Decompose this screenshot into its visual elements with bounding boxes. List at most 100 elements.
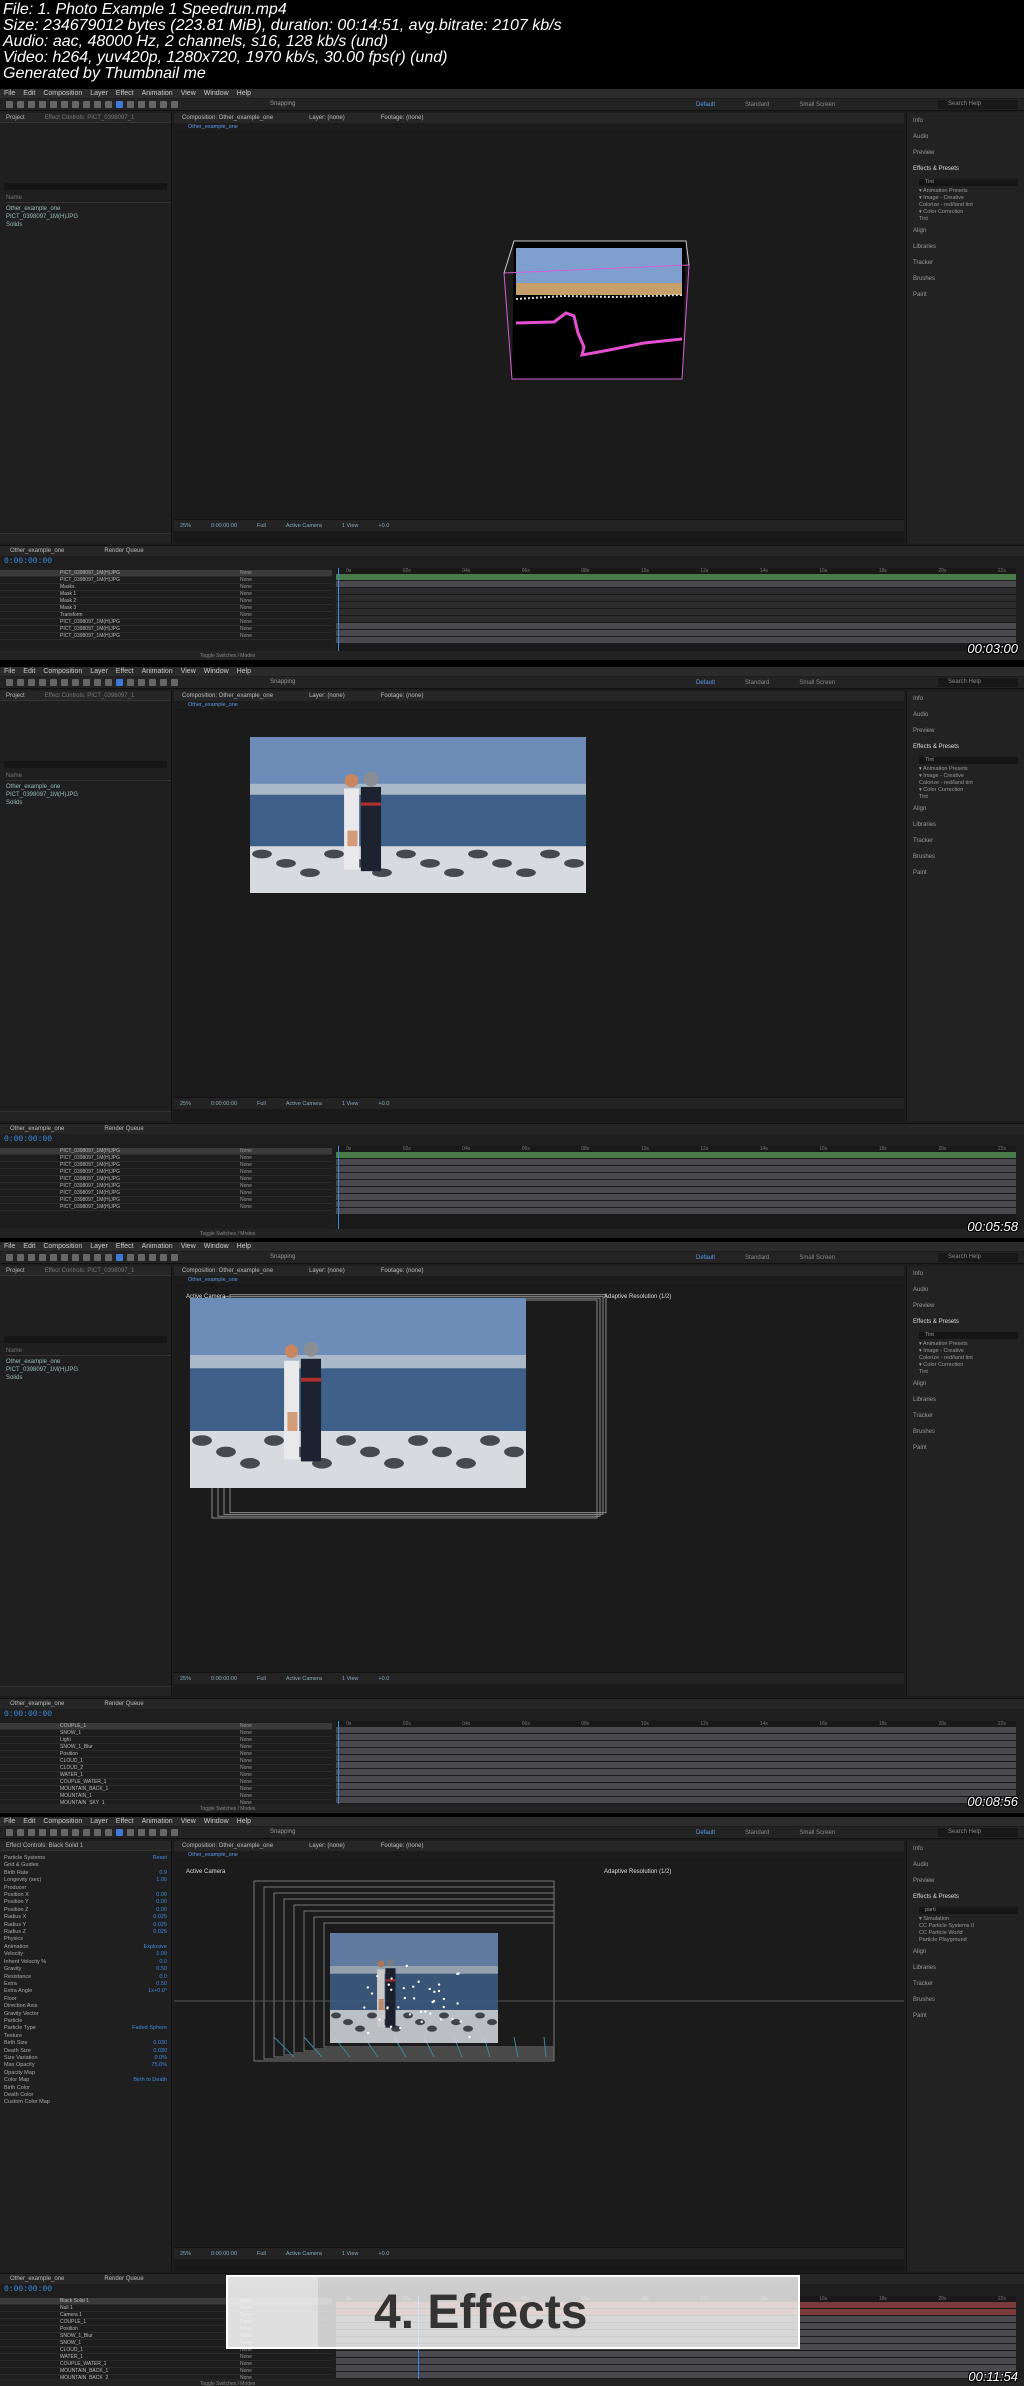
layer-row[interactable]: Mask 2 None xyxy=(0,598,332,605)
tool-icon[interactable] xyxy=(72,101,79,108)
effect-param-value[interactable]: 0.50 xyxy=(156,1966,167,1973)
layer-row[interactable]: Light None xyxy=(0,1737,332,1744)
layer-name[interactable]: PICT_0398097_1M(H)JPG xyxy=(60,1148,180,1154)
layer-parent[interactable]: None xyxy=(240,1204,252,1210)
effect-param-value[interactable]: 0.025 xyxy=(153,1914,167,1921)
layer-row[interactable]: Transform None xyxy=(0,612,332,619)
effect-param-row[interactable]: Radius Z 0.025 xyxy=(4,1929,167,1936)
layer-bar[interactable] xyxy=(336,602,1016,609)
timeline-tab[interactable]: Other_example_one xyxy=(10,1699,64,1709)
project-search-input[interactable] xyxy=(4,1336,167,1343)
viewer-control[interactable]: Active Camera xyxy=(286,1098,322,1109)
effect-controls-tab-label[interactable]: Effect Controls: PICT_0398097_1 xyxy=(45,1268,135,1274)
layer-bar[interactable] xyxy=(336,1790,1016,1797)
toggle-switches-modes[interactable]: Toggle Switches / Modes xyxy=(0,651,1024,660)
effect-param-row[interactable]: Velocity 1.00 xyxy=(4,1951,167,1958)
menu-item-animation[interactable]: Animation xyxy=(142,1242,173,1251)
effects-search-input[interactable]: Tint xyxy=(919,1332,1018,1339)
tool-icon[interactable] xyxy=(28,1829,35,1836)
effect-param-row[interactable]: Max Opacity 75.0% xyxy=(4,2062,167,2069)
menu-item-composition[interactable]: Composition xyxy=(43,89,82,98)
tool-icon[interactable] xyxy=(138,101,145,108)
timeline-tab[interactable]: Render Queue xyxy=(104,1699,143,1709)
tool-icon[interactable] xyxy=(160,679,167,686)
menu-item-layer[interactable]: Layer xyxy=(90,667,108,676)
effect-param-row[interactable]: Position Y 0.00 xyxy=(4,1899,167,1906)
menu-item-view[interactable]: View xyxy=(181,1242,196,1251)
tab-composition[interactable]: Composition: Other_example_one xyxy=(182,1841,273,1851)
panel-audio[interactable]: Audio xyxy=(913,707,1024,723)
layer-row[interactable]: PICT_0398097_1M(H)JPG None xyxy=(0,1204,332,1211)
layer-bar[interactable] xyxy=(336,1755,1016,1762)
panel-align[interactable]: Align xyxy=(913,801,1024,817)
tab-layer[interactable]: Layer: (none) xyxy=(309,113,345,123)
layer-parent[interactable]: None xyxy=(240,605,252,611)
workspace-default[interactable]: Default xyxy=(696,678,715,688)
panel-preview[interactable]: Preview xyxy=(913,1873,1024,1889)
tool-icon[interactable] xyxy=(138,1829,145,1836)
tool-icon[interactable] xyxy=(50,679,57,686)
tool-icon[interactable] xyxy=(116,1254,123,1261)
viewer-control[interactable]: +0.0 xyxy=(378,1098,389,1109)
viewer-control[interactable]: Active Camera xyxy=(286,2248,322,2259)
menu-item-edit[interactable]: Edit xyxy=(23,1242,35,1251)
layer-name[interactable]: PICT_0398097_1M(H)JPG xyxy=(60,619,180,625)
layer-row[interactable]: PICT_0398097_1M(H)JPG None xyxy=(0,570,332,577)
layer-row[interactable]: PICT_0398097_1M(H)JPG None xyxy=(0,1148,332,1155)
menu-item-layer[interactable]: Layer xyxy=(90,89,108,98)
effect-param-value[interactable]: Reset xyxy=(153,1855,167,1862)
effects-tree-item[interactable]: Colorize - red/land tint xyxy=(919,780,1024,787)
viewer-control[interactable]: Full xyxy=(257,2248,266,2259)
layer-parent[interactable]: None xyxy=(240,1176,252,1182)
effects-tree-item[interactable]: ▾ Image - Creative xyxy=(919,773,1024,780)
workspace-standard[interactable]: Standard xyxy=(745,678,769,688)
project-search-input[interactable] xyxy=(4,183,167,190)
effect-param-row[interactable]: Opacity Map xyxy=(4,2070,167,2077)
tool-icon[interactable] xyxy=(149,679,156,686)
layer-parent[interactable]: None xyxy=(240,619,252,625)
effect-param-value[interactable]: 0.030 xyxy=(153,2040,167,2047)
tool-icon[interactable] xyxy=(105,1829,112,1836)
layer-name[interactable]: Position xyxy=(60,2326,180,2332)
viewer-control[interactable]: 1 View xyxy=(342,520,358,531)
tool-icon[interactable] xyxy=(72,1829,79,1836)
panel-info[interactable]: Info xyxy=(913,1841,1024,1857)
layer-parent[interactable]: None xyxy=(240,1723,252,1729)
layer-parent[interactable]: None xyxy=(240,1155,252,1161)
search-help-input[interactable]: Search Help xyxy=(938,1828,1018,1837)
layer-mode[interactable] xyxy=(180,612,240,618)
project-item[interactable]: PICT_0398097_1M(H)JPG xyxy=(6,213,171,221)
tool-icon[interactable] xyxy=(105,1254,112,1261)
layer-parent[interactable]: None xyxy=(240,570,252,576)
layer-bar[interactable] xyxy=(336,1201,1016,1208)
project-item[interactable]: Other_example_one xyxy=(6,205,171,213)
panel-paint[interactable]: Paint xyxy=(913,287,1024,303)
snapping-toggle[interactable]: Snapping xyxy=(270,1829,295,1835)
panel-info[interactable]: Info xyxy=(913,113,1024,129)
project-item[interactable]: Solids xyxy=(6,1374,171,1382)
composition-breadcrumb[interactable]: Other_example_one xyxy=(174,701,904,709)
composition-viewer[interactable]: Active Camera Adaptive Resolution (1/2) 25… xyxy=(174,1861,904,2259)
layer-row[interactable]: PICT_0398097_1M(H)JPG None xyxy=(0,1155,332,1162)
layer-parent[interactable]: None xyxy=(240,1730,252,1736)
effects-tree-item[interactable]: ▾ Animation Presets xyxy=(919,766,1024,773)
menu-item-file[interactable]: File xyxy=(4,1817,15,1826)
panel-align[interactable]: Align xyxy=(913,1944,1024,1960)
menu-item-help[interactable]: Help xyxy=(237,1817,251,1826)
effect-param-row[interactable]: Floor xyxy=(4,1996,167,2003)
viewer-control[interactable]: 0:00:00:00 xyxy=(211,2248,237,2259)
panel-libraries[interactable]: Libraries xyxy=(913,1392,1024,1408)
panel-tracker[interactable]: Tracker xyxy=(913,833,1024,849)
layer-name[interactable]: Masks xyxy=(60,584,180,590)
tool-icon[interactable] xyxy=(28,1254,35,1261)
layer-bar[interactable] xyxy=(336,630,1016,637)
workspace-standard[interactable]: Standard xyxy=(745,1253,769,1263)
layer-bar[interactable] xyxy=(336,1741,1016,1748)
layer-bar[interactable] xyxy=(336,1194,1016,1201)
layer-row[interactable]: PICT_0398097_1M(H)JPG None xyxy=(0,1162,332,1169)
tool-icon[interactable] xyxy=(61,1254,68,1261)
menu-item-composition[interactable]: Composition xyxy=(43,667,82,676)
effect-param-value[interactable]: Explosive xyxy=(143,1944,167,1951)
workspace-small-screen[interactable]: Small Screen xyxy=(799,1828,835,1838)
layer-parent[interactable]: None xyxy=(240,1190,252,1196)
